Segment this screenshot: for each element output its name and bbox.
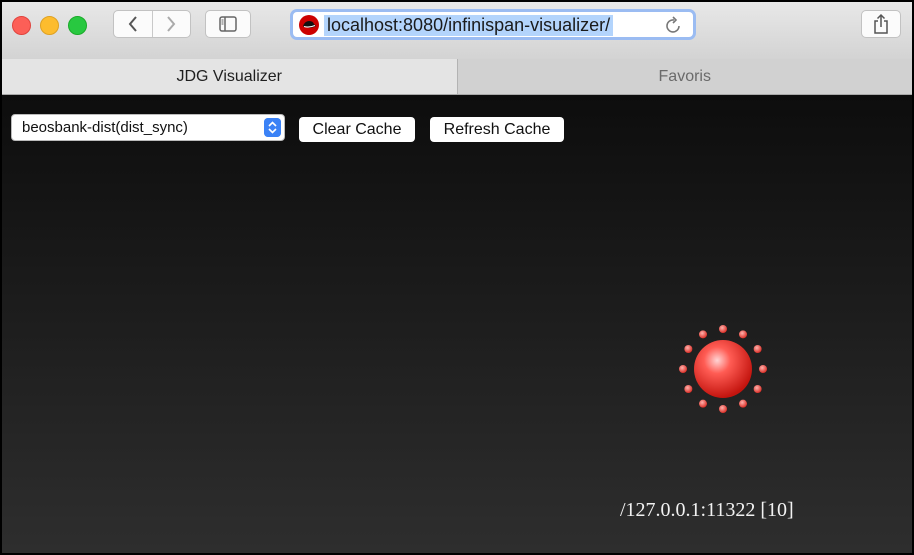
redhat-logo-icon <box>299 15 319 35</box>
node-dot <box>679 365 687 373</box>
node-dot <box>684 385 693 393</box>
node-dot <box>684 345 693 353</box>
reload-icon[interactable] <box>665 15 683 35</box>
clear-cache-button[interactable]: Clear Cache <box>299 117 415 142</box>
node-dot <box>759 365 767 373</box>
sidebar-button[interactable] <box>205 10 251 38</box>
tab-bar: JDG Visualizer Favoris <box>2 59 912 95</box>
node-dot <box>753 385 762 393</box>
tab-favoris[interactable]: Favoris <box>458 59 913 94</box>
forward-button[interactable] <box>152 11 190 37</box>
url-text[interactable]: localhost:8080/infinispan-visualizer/ <box>324 15 614 36</box>
forward-icon <box>167 16 176 32</box>
cache-select-value: beosbank-dist(dist_sync) <box>22 119 188 136</box>
tab-jdg-visualizer[interactable]: JDG Visualizer <box>2 59 458 94</box>
cache-select[interactable]: beosbank-dist(dist_sync) <box>11 114 285 141</box>
share-icon <box>874 13 888 34</box>
node-dot <box>719 405 727 413</box>
share-button[interactable] <box>861 10 901 38</box>
zoom-window-button[interactable] <box>68 16 87 35</box>
node-dot <box>739 330 747 339</box>
node-dot <box>753 345 762 353</box>
address-bar[interactable]: localhost:8080/infinispan-visualizer/ <box>290 9 696 40</box>
browser-toolbar: localhost:8080/infinispan-visualizer/ <box>2 2 912 60</box>
close-window-button[interactable] <box>12 16 31 35</box>
sidebar-icon <box>219 16 237 32</box>
refresh-cache-button[interactable]: Refresh Cache <box>430 117 564 142</box>
browser-window: localhost:8080/infinispan-visualizer/ JD… <box>2 2 912 553</box>
node-label: /127.0.0.1:11322 [10] <box>620 499 794 521</box>
node-dot <box>699 330 707 339</box>
back-icon <box>128 16 137 32</box>
select-arrows-icon <box>264 118 281 137</box>
navigation-buttons <box>113 10 191 38</box>
visualizer-canvas: beosbank-dist(dist_sync) Clear Cache Ref… <box>2 95 912 553</box>
node-dot <box>739 399 747 408</box>
minimize-window-button[interactable] <box>40 16 59 35</box>
node-dot <box>719 325 727 333</box>
node-dot <box>699 399 707 408</box>
back-button[interactable] <box>114 11 152 37</box>
cache-node-icon[interactable] <box>674 320 772 418</box>
